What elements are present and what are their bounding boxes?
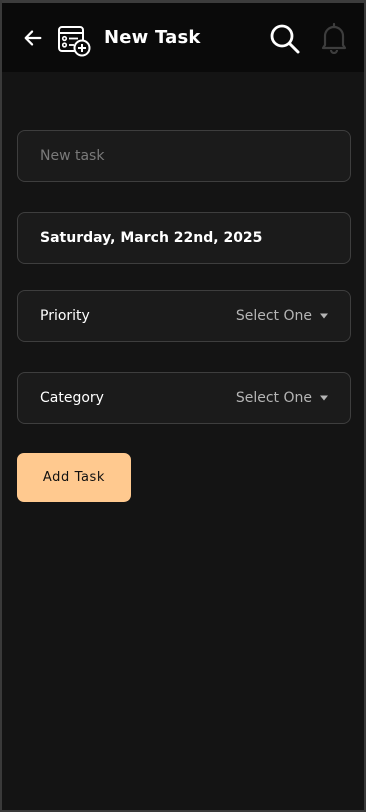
search-icon[interactable] [268, 22, 302, 56]
task-list-add-icon [58, 26, 91, 57]
caret-down-icon [320, 395, 328, 401]
page-title: New Task [104, 27, 201, 48]
task-name-field[interactable] [17, 130, 351, 182]
add-task-button[interactable]: Add Task [17, 453, 131, 502]
date-value: Saturday, March 22nd, 2025 [40, 230, 263, 246]
caret-down-icon [320, 313, 328, 319]
bell-icon[interactable] [319, 22, 349, 54]
task-name-input[interactable] [18, 131, 350, 181]
priority-label: Priority [40, 308, 90, 324]
app-header: New Task [2, 3, 364, 72]
app-screen: New Task Saturday, March 22nd, 2025 Prio… [0, 0, 366, 812]
category-label: Category [40, 390, 104, 406]
category-select[interactable]: Category Select One [17, 372, 351, 424]
priority-select[interactable]: Priority Select One [17, 290, 351, 342]
arrow-left-icon[interactable] [22, 27, 44, 49]
date-picker-field[interactable]: Saturday, March 22nd, 2025 [17, 212, 351, 264]
priority-selected-value: Select One [235, 308, 312, 324]
category-selected-value: Select One [235, 390, 312, 406]
